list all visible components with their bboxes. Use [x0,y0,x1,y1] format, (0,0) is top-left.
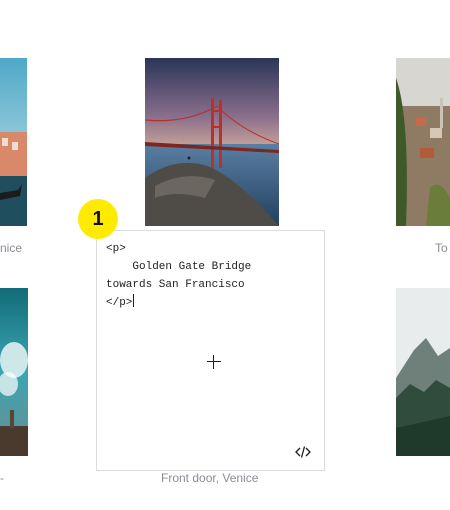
text-cursor [133,294,135,307]
photo-golden-gate-bridge[interactable] [145,58,279,226]
photo-sky-clouds[interactable] [0,288,28,456]
photo-town-view[interactable] [396,58,450,226]
code-block[interactable]: <p> Golden Gate Bridge towards San Franc… [96,230,325,471]
photo-venice-canal-image [0,58,27,226]
caption-right-top: To [435,241,448,255]
caption-left-top: nice [0,241,23,255]
caption-center: Front door, Venice [161,471,259,485]
step-number-badge: 1 [78,199,118,239]
photo-golden-gate-image [145,58,279,226]
code-line-3: towards San Francisco [106,279,245,291]
code-icon[interactable] [295,445,311,459]
code-line-2: Golden Gate Bridge [106,261,252,273]
photo-venice-canal[interactable] [0,58,27,226]
photo-sky-clouds-image [0,288,28,456]
photo-mountain-forest-image [396,288,450,456]
caption-left-bottom: - [0,471,4,485]
plus-icon[interactable] [207,355,221,369]
photo-mountain-forest[interactable] [396,288,450,456]
code-line-1: <p> [106,243,126,255]
code-editor[interactable]: <p> Golden Gate Bridge towards San Franc… [106,240,251,312]
photo-town-view-image [396,58,450,226]
code-line-4: </p> [106,297,133,309]
